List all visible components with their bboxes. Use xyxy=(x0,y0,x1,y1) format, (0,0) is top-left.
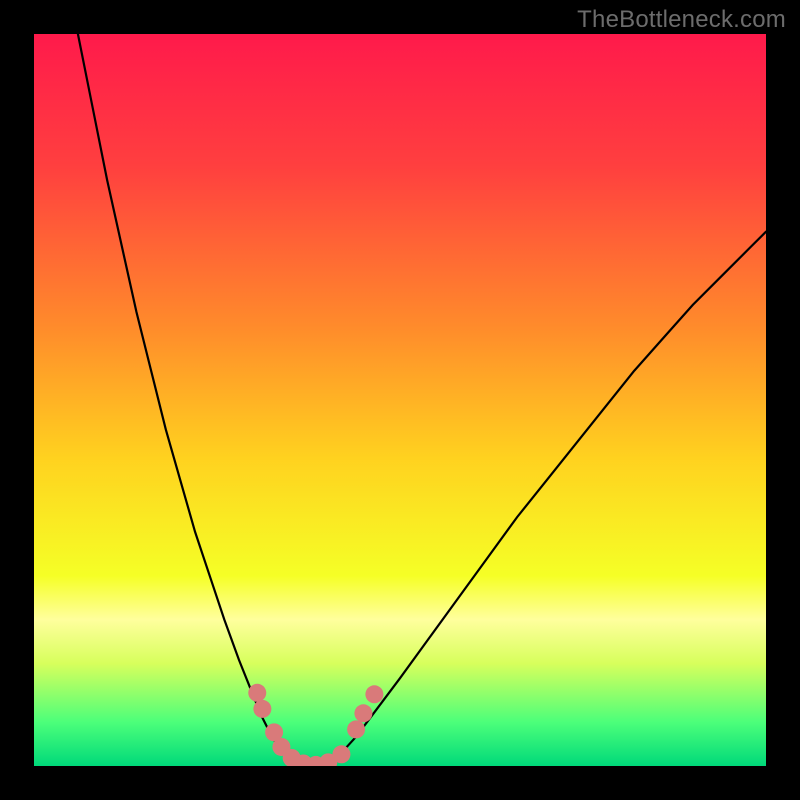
marker-dot xyxy=(248,684,266,702)
plot-area xyxy=(34,34,766,766)
marker-dot xyxy=(347,720,365,738)
chart-frame: TheBottleneck.com xyxy=(0,0,800,800)
marker-dot xyxy=(354,704,372,722)
bottleneck-curve-chart xyxy=(34,34,766,766)
marker-dot xyxy=(332,745,350,763)
marker-dot xyxy=(365,685,383,703)
gradient-background xyxy=(34,34,766,766)
watermark-text: TheBottleneck.com xyxy=(577,6,786,34)
marker-dot xyxy=(253,700,271,718)
